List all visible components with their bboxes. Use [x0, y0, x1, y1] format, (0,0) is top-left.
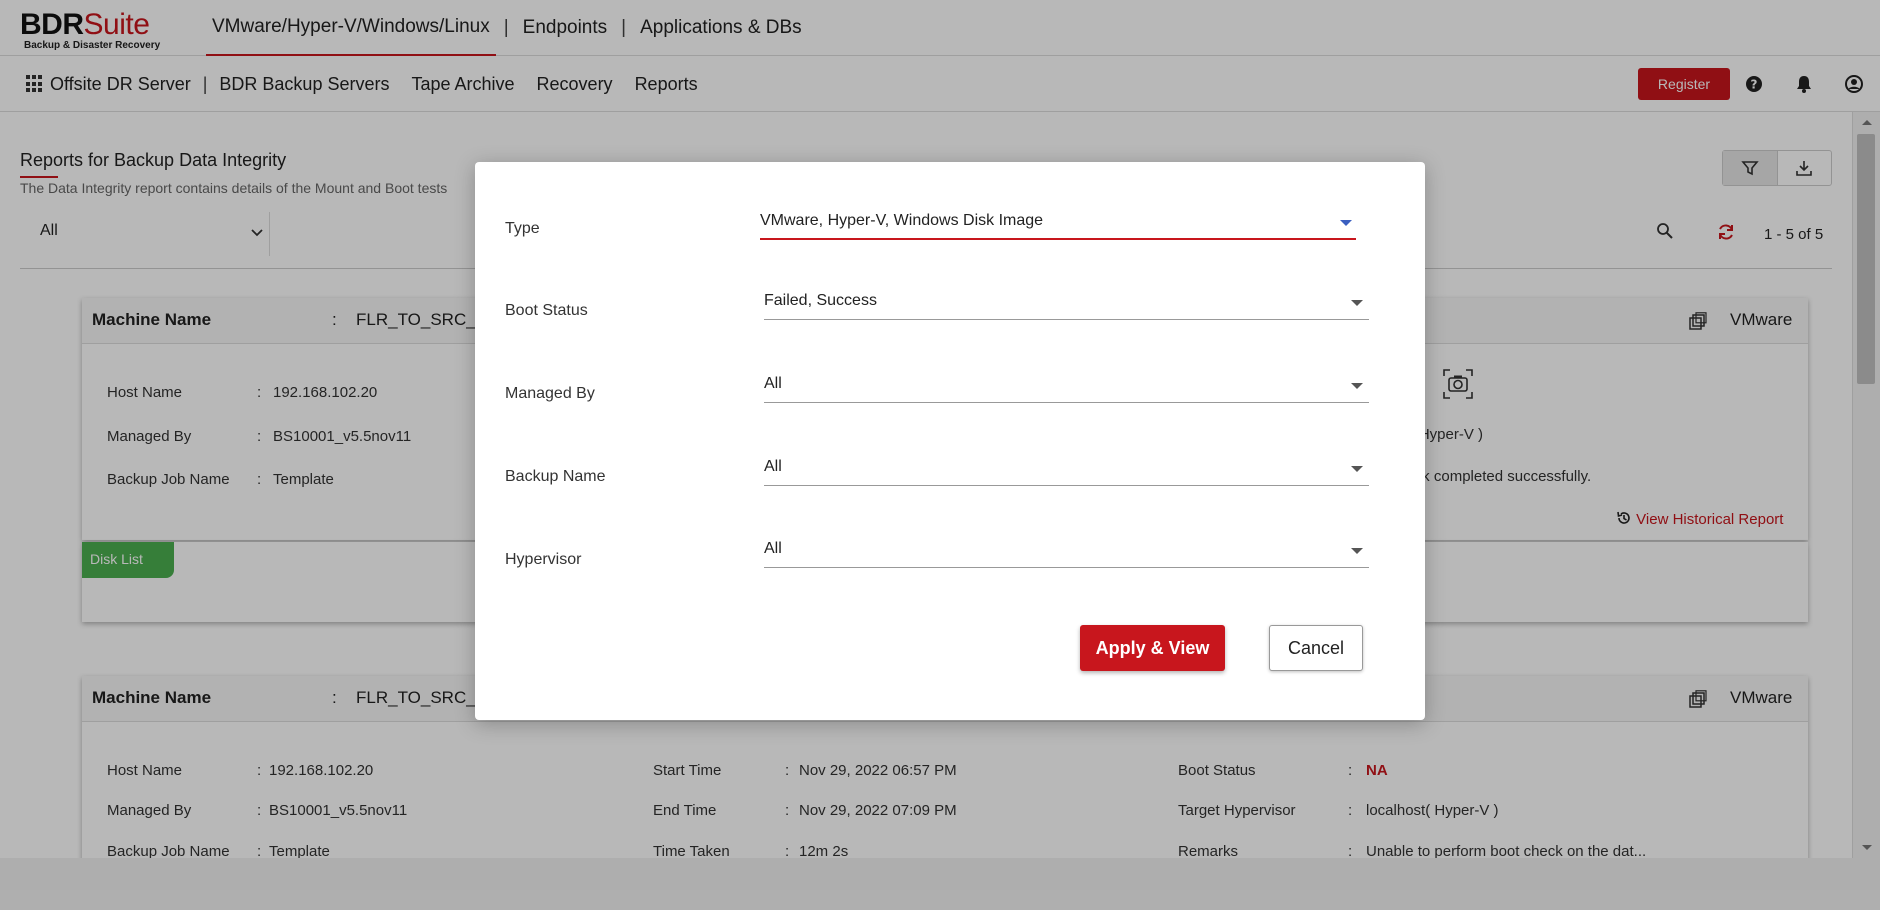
managed-by-select[interactable]: All — [764, 369, 1369, 403]
hypervisor-label: Hypervisor — [505, 551, 582, 568]
filter-modal: Type VMware, Hyper-V, Windows Disk Image… — [475, 162, 1425, 720]
boot-status-select[interactable]: Failed, Success — [764, 286, 1369, 320]
apply-and-view-button[interactable]: Apply & View — [1080, 625, 1225, 671]
backup-name-select[interactable]: All — [764, 452, 1369, 486]
dropdown-caret-icon — [1351, 300, 1363, 306]
backup-name-select-value: All — [764, 458, 782, 475]
hypervisor-select-value: All — [764, 540, 782, 557]
dropdown-caret-icon — [1351, 466, 1363, 472]
dropdown-caret-icon — [1351, 548, 1363, 554]
hypervisor-select[interactable]: All — [764, 534, 1369, 568]
managed-by-select-value: All — [764, 375, 782, 392]
dropdown-caret-icon — [1340, 220, 1352, 226]
backup-name-label: Backup Name — [505, 468, 606, 485]
type-select[interactable]: VMware, Hyper-V, Windows Disk Image — [760, 206, 1356, 240]
boot-status-select-value: Failed, Success — [764, 292, 877, 309]
boot-status-label: Boot Status — [505, 302, 588, 319]
type-select-value: VMware, Hyper-V, Windows Disk Image — [760, 212, 1044, 229]
managed-by-label: Managed By — [505, 385, 595, 402]
cancel-button[interactable]: Cancel — [1269, 625, 1363, 671]
type-label: Type — [505, 220, 540, 237]
dropdown-caret-icon — [1351, 383, 1363, 389]
